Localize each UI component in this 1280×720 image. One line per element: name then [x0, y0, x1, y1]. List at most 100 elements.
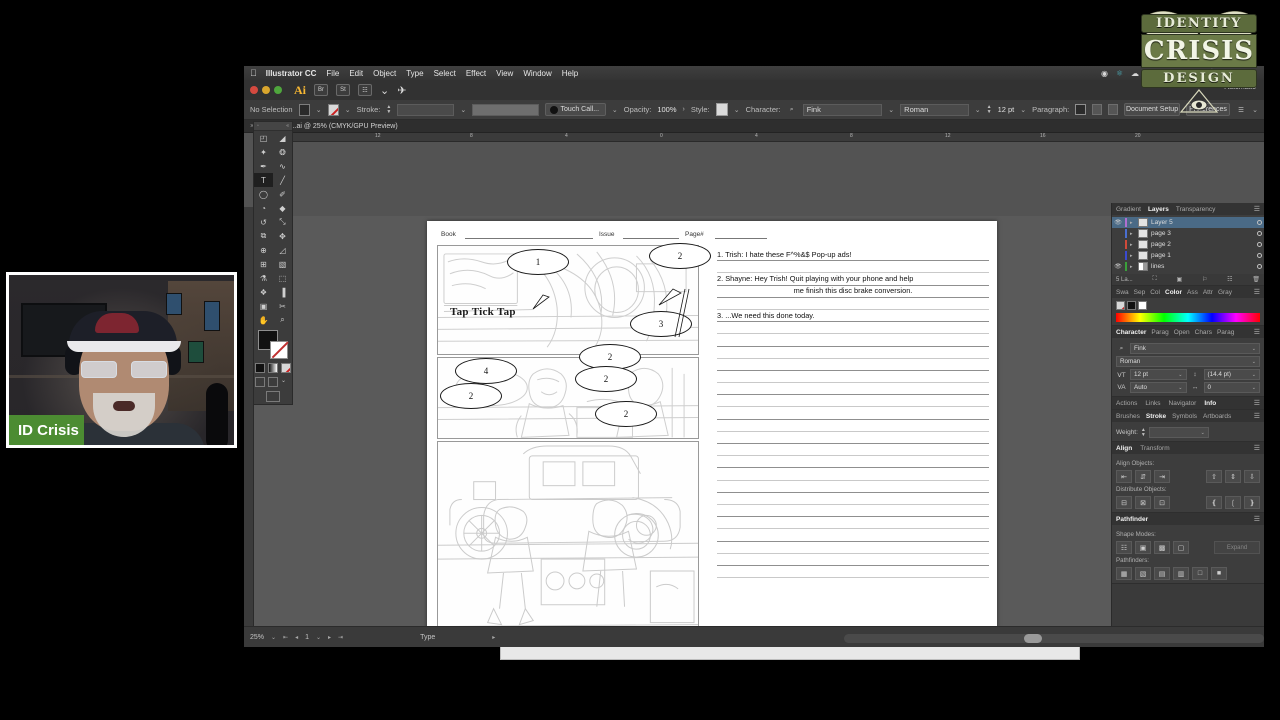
document-canvas[interactable]: Book Issue Page# Tap Tick Tap 1 2 3 4 2 … — [254, 216, 1111, 626]
tools-panel-grip[interactable]: ▫ « — [254, 122, 292, 131]
panel-menu-icon[interactable]: ☰ — [1254, 399, 1260, 407]
script-line[interactable] — [717, 261, 989, 274]
none-button[interactable] — [281, 363, 291, 373]
menu-item-select[interactable]: Select — [434, 69, 456, 78]
chevron-down-icon[interactable]: ⌄ — [316, 634, 321, 641]
layer-row[interactable]: ▸ page 3 — [1112, 228, 1264, 239]
tab-layers[interactable]: Layers — [1148, 206, 1169, 213]
font-size-stepper[interactable]: ▲ ▼ — [987, 104, 992, 115]
tab-transform[interactable]: Transform — [1140, 445, 1169, 452]
eye-icon[interactable]: 👁 — [1114, 219, 1122, 226]
chevron-down-icon[interactable]: ⌄ — [975, 106, 981, 114]
width-tool[interactable]: ⧉ — [254, 229, 273, 243]
tab-pathfinder[interactable]: Pathfinder — [1116, 516, 1148, 523]
leading-field[interactable]: (14.4 pt) ⌄ — [1203, 369, 1260, 380]
chevron-right-icon[interactable]: ▸ — [1130, 220, 1135, 226]
script-line[interactable] — [717, 298, 989, 310]
chevron-right-icon[interactable]: ▸ — [1130, 231, 1135, 237]
script-line[interactable] — [717, 505, 989, 518]
delete-layer-icon[interactable]: 🗑 — [1252, 276, 1260, 283]
screen-mode-button[interactable] — [266, 391, 280, 402]
eyedropper-tool[interactable]: ⚗ — [254, 271, 273, 285]
cloud-icon[interactable]: ☁ — [1131, 69, 1140, 78]
layer-target-icon[interactable] — [1257, 220, 1262, 225]
speech-balloon[interactable]: 2 — [649, 243, 711, 269]
share-icon[interactable]: ✈ — [397, 84, 406, 97]
gradient-button[interactable] — [268, 363, 278, 373]
panel-menu-icon[interactable]: ☰ — [1254, 444, 1260, 452]
distribute-vertical-center-icon[interactable]: ⊠ — [1135, 496, 1151, 509]
slice-tool[interactable]: ✂ — [273, 299, 292, 313]
draw-normal-button[interactable] — [255, 377, 265, 387]
artboard[interactable]: Book Issue Page# Tap Tick Tap 1 2 3 4 2 … — [427, 221, 997, 626]
distribute-bottom-icon[interactable]: ⊡ — [1154, 496, 1170, 509]
color-button[interactable] — [255, 363, 265, 373]
panel-menu-icon[interactable]: ☰ — [1254, 515, 1260, 523]
script-line[interactable]: 3. ...We need this done today. — [717, 310, 989, 323]
opacity-options-icon[interactable]: › — [683, 106, 685, 113]
chevron-down-icon[interactable]: ⌄ — [734, 106, 740, 114]
status-menu-icon[interactable]: ▸ — [492, 634, 495, 641]
layer-row[interactable]: ▸ page 1 — [1112, 250, 1264, 261]
curvature-tool[interactable]: ∿ — [273, 159, 292, 173]
menu-item-object[interactable]: Object — [373, 69, 396, 78]
script-line[interactable] — [717, 493, 989, 505]
rotate-tool[interactable]: ↺ — [254, 215, 273, 229]
chevron-right-icon[interactable]: ▸ — [1130, 253, 1135, 259]
chevron-down-icon[interactable]: ⌄ — [1020, 106, 1026, 114]
apple-icon[interactable]:  — [250, 68, 257, 78]
menu-item-window[interactable]: Window — [523, 69, 551, 78]
white-swatch[interactable] — [1138, 301, 1147, 310]
script-line[interactable] — [717, 481, 989, 493]
first-artboard-icon[interactable]: ⇤ — [283, 634, 288, 641]
blend-tool[interactable]: ⬚ — [273, 271, 292, 285]
mesh-tool[interactable]: ⊞ — [254, 257, 273, 271]
maximize-window-button[interactable] — [274, 86, 282, 94]
tab-character-styles[interactable]: Chars — [1195, 329, 1212, 336]
script-line[interactable] — [717, 468, 989, 481]
align-right-icon[interactable]: ⇥ — [1154, 470, 1170, 483]
align-left-button[interactable] — [1075, 104, 1086, 115]
script-line[interactable] — [717, 529, 989, 542]
menu-item-file[interactable]: File — [326, 69, 339, 78]
tab-artboards[interactable]: Artboards — [1203, 413, 1231, 420]
panel-menu-icon[interactable]: ☰ — [1254, 205, 1260, 213]
script-line[interactable] — [717, 359, 989, 371]
chevron-down-icon[interactable]: ⌄ — [612, 106, 618, 114]
align-vertical-center-icon[interactable]: ⇕ — [1225, 470, 1241, 483]
line-segment-tool[interactable]: ╱ — [273, 173, 292, 187]
script-line[interactable] — [717, 322, 989, 335]
chevron-down-icon[interactable]: ⌄ — [281, 377, 291, 387]
layer-row[interactable]: ▸ page 2 — [1112, 239, 1264, 250]
horizontal-scrollbar[interactable] — [844, 634, 1264, 643]
document-tab[interactable]: × Asphalt 1-1.ai @ 25% (CMYK/GPU Preview… — [244, 120, 1264, 133]
script-line[interactable] — [717, 395, 989, 408]
outline-icon[interactable]: □ — [1192, 567, 1208, 580]
panel-menu-icon[interactable]: ☰ — [1254, 328, 1260, 336]
create-sublayer-icon[interactable]: ⚐ — [1202, 276, 1207, 283]
merge-icon[interactable]: ▤ — [1154, 567, 1170, 580]
layer-target-icon[interactable] — [1257, 264, 1262, 269]
tab-navigator[interactable]: Navigator — [1169, 400, 1197, 407]
tab-transparency[interactable]: Transparency — [1176, 206, 1216, 213]
tab-paragraph-styles[interactable]: Parag — [1217, 329, 1234, 336]
unite-icon[interactable]: ☷ — [1116, 541, 1132, 554]
chevron-down-icon[interactable]: ⌄ — [316, 106, 322, 114]
chevron-down-icon[interactable]: ⌄ — [345, 106, 351, 114]
weight-stepper[interactable]: ▲ ▼ — [1141, 427, 1146, 438]
script-line[interactable]: 1. Trish: I hate these F^%&$ Pop-up ads! — [717, 249, 989, 262]
script-line[interactable] — [717, 383, 989, 396]
gradient-tool[interactable]: ▧ — [273, 257, 292, 271]
next-artboard-icon[interactable]: ▸ — [328, 634, 331, 641]
comic-panel-3[interactable] — [437, 441, 699, 626]
align-right-button[interactable] — [1107, 104, 1119, 115]
new-layer-icon[interactable]: ☷ — [1227, 276, 1232, 283]
layer-target-icon[interactable] — [1257, 242, 1262, 247]
arrange-documents-icon[interactable]: ☷ — [358, 84, 372, 96]
scale-tool[interactable]: ⤡ — [273, 215, 292, 229]
layer-target-icon[interactable] — [1257, 231, 1262, 236]
script-line[interactable] — [717, 371, 989, 384]
panel-menu-icon[interactable]: ☰ — [1254, 288, 1260, 296]
chevron-down-icon[interactable]: ⌄ — [380, 84, 389, 97]
script-line[interactable] — [717, 444, 989, 457]
